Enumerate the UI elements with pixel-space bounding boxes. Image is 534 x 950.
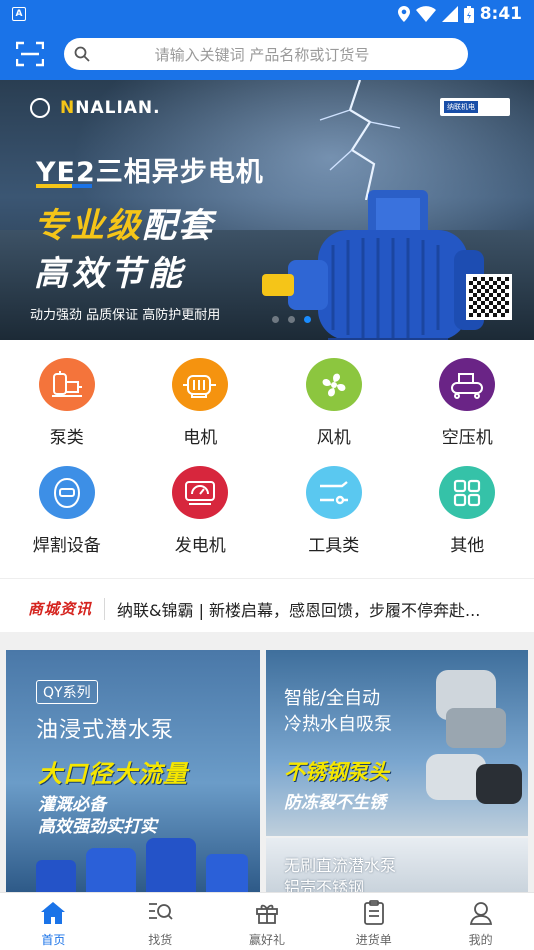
series-badge: QY系列 [36,680,98,704]
tab-profile[interactable]: 我的 [427,893,534,950]
category-label: 焊割设备 [32,536,101,556]
news-tag: 商城资讯 [28,600,93,618]
motor-icon [172,358,229,411]
tab-label: 首页 [41,933,66,947]
news-ticker[interactable]: 商城资讯 纳联&锦霸 | 新楼启幕，感恩回馈，步履不停奔赴... [0,578,534,638]
promo-subtitle: 防冻裂不生锈 [284,793,386,813]
pump-product-image [36,838,248,892]
category-label: 其他 [450,536,485,556]
tab-gifts[interactable]: 赢好礼 [214,893,321,950]
pump-icon [38,358,95,411]
category-motor[interactable]: 电机 [134,348,268,448]
promo-highlight: 不锈钢泵头 [284,760,389,784]
category-tools[interactable]: 工具类 [267,456,401,556]
news-headline[interactable]: 纳联&锦霸 | 新楼启幕，感恩回馈，步履不停奔赴... [117,597,516,621]
banner-tagline: 动力强劲 品质保证 高防护更耐用 [30,308,221,323]
brand-name: NNALIAN. [60,98,161,118]
promo-title: 智能/全自动 [284,688,381,709]
clock: 8:41 [479,4,522,24]
category-label: 发电机 [174,536,226,556]
category-other[interactable]: 其他 [401,456,534,556]
tools-icon [305,466,362,519]
qr-code [466,274,512,320]
tab-order-list[interactable]: 进货单 [320,893,427,950]
signal-icon [441,6,458,22]
promo-banner[interactable]: NNALIAN. 纳联机电 YE2三相异步电机 专业级配套 高效节能 动力强劲 … [0,80,534,340]
lightning-graphic [319,80,401,200]
tab-label: 进货单 [355,933,392,947]
gift-icon [253,899,281,927]
promo-section: QY系列 油浸式潜水泵 大口径大流量 灌溉必备 高效强劲实打实 智能/全自动 冷… [0,646,534,892]
brand-logo-icon [30,98,50,118]
category-generator[interactable]: 发电机 [134,456,268,556]
category-fan[interactable]: 风机 [267,348,401,448]
category-welding[interactable]: 焊割设备 [0,456,134,556]
location-icon [397,6,410,22]
carousel-dot[interactable] [272,316,279,323]
brand-badge: 纳联机电 [440,98,510,116]
category-pump[interactable]: 泵类 [0,348,134,448]
tab-label: 我的 [468,933,493,947]
bottom-tab-bar: 首页 找货 赢好礼 进货单 我的 [0,892,534,950]
scan-icon [16,41,44,67]
banner-slogan-2: 高效节能 [34,254,186,294]
category-label: 空压机 [441,428,493,448]
tab-find-goods[interactable]: 找货 [107,893,214,950]
category-grid: 泵类 电机 风机 空压机 焊割设备 发电机 工具类 其他 [0,348,534,556]
promo-subtitle: 高效强劲实打实 [38,817,157,837]
status-bar: A 8:41 [0,0,534,28]
promo-title: 无刷直流潜水泵 [284,856,397,875]
promo-highlight: 大口径大流量 [38,760,188,788]
promo-card-self-priming-pump[interactable]: 智能/全自动 冷热水自吸泵 不锈钢泵头 防冻裂不生锈 [266,650,528,836]
fan-icon [305,358,362,411]
tab-home[interactable]: 首页 [0,893,107,950]
category-label: 风机 [316,428,351,448]
wifi-icon [415,6,436,22]
search-input[interactable]: 请输入关键词 产品名称或订货号 [64,38,468,70]
scan-button[interactable] [14,38,46,70]
order-list-icon [360,899,388,927]
air-compressor-icon [439,358,496,411]
profile-icon [467,899,495,927]
category-label: 泵类 [49,428,84,448]
grid-icon [439,466,496,519]
category-label: 工具类 [308,536,360,556]
search-placeholder: 请输入关键词 产品名称或订货号 [154,45,370,64]
welding-mask-icon [38,466,95,519]
banner-slogan: 专业级配套 [34,206,214,246]
tab-label: 赢好礼 [248,933,285,947]
generator-icon [172,466,229,519]
find-goods-icon [146,899,174,927]
promo-title: 铝壳不锈钢 [284,878,365,892]
promo-title: 油浸式潜水泵 [36,718,175,743]
category-air-compressor[interactable]: 空压机 [401,348,534,448]
promo-card-submersible-pump[interactable]: QY系列 油浸式潜水泵 大口径大流量 灌溉必备 高效强劲实打实 [6,650,260,892]
promo-card-dc-pump[interactable]: 无刷直流潜水泵 铝壳不锈钢 [266,838,528,892]
battery-icon [463,5,474,23]
app-notification-icon: A [12,7,26,21]
carousel-dot-active[interactable] [304,316,311,323]
carousel-dot[interactable] [288,316,295,323]
carousel-indicator [272,316,311,323]
promo-title: 冷热水自吸泵 [284,714,392,735]
pump-product-image [426,670,522,804]
tab-label: 找货 [148,933,173,947]
search-icon [74,46,90,62]
home-icon [39,899,67,927]
header: 请输入关键词 产品名称或订货号 [0,28,534,80]
category-label: 电机 [183,428,218,448]
